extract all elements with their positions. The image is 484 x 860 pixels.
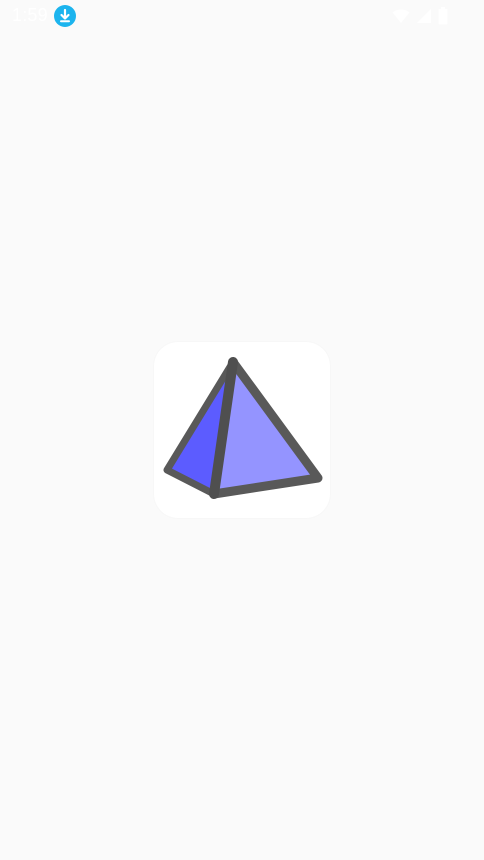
- wifi-icon: [392, 9, 410, 23]
- battery-icon: [438, 7, 448, 25]
- pyramid-logo-icon: [163, 357, 323, 499]
- status-time: 1:59: [12, 5, 48, 25]
- download-icon: [54, 5, 76, 27]
- cellular-signal-icon: [417, 9, 431, 23]
- status-bar: 1:59: [0, 0, 484, 32]
- status-icons: [392, 6, 448, 26]
- splash-logo-tile: [154, 342, 330, 518]
